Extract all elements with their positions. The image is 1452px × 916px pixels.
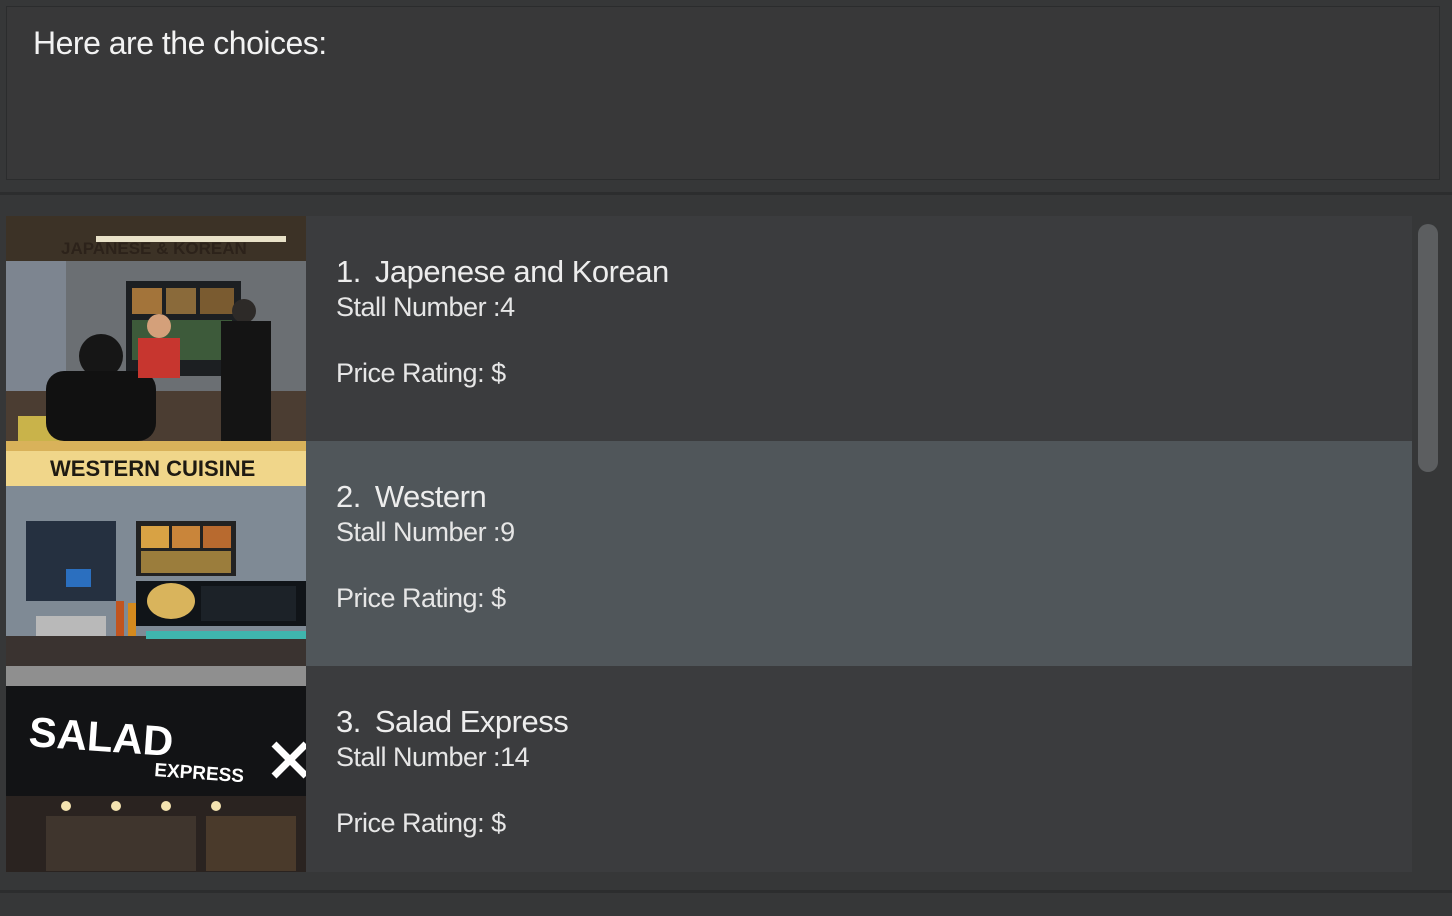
stall-photo: WESTERN CUISINE [6,441,306,666]
price-rating: Price Rating: $ [336,583,506,614]
stall-number: Stall Number :14 [336,742,530,773]
stall-card[interactable]: SALAD EXPRESS 3. Salad Express Stall Numb… [6,666,1412,872]
svg-text:JAPANESE & KOREAN: JAPANESE & KOREAN [61,239,247,258]
stall-number-label: Stall Number : [336,742,501,772]
stall-name-text: Western [374,479,487,514]
stall-name: 1. Japenese and Korean [336,254,669,290]
list-scrollbar-thumb[interactable] [1418,224,1438,472]
stall-photo: SALAD EXPRESS [6,666,306,872]
stall-number: Stall Number :9 [336,517,515,548]
price-rating-label: Price Rating: [336,808,492,838]
price-rating: Price Rating: $ [336,808,506,839]
stall-name: 2. Western [336,479,487,515]
stall-number-value: 9 [500,517,515,547]
svg-text:SALAD: SALAD [27,708,175,765]
price-rating-label: Price Rating: [336,583,492,613]
stall-number-value: 4 [500,292,515,322]
stall-index: 1. [336,254,361,289]
stall-number-label: Stall Number : [336,292,501,322]
stall-index: 3. [336,704,361,739]
stall-photo: JAPANESE & KOREAN [6,216,306,441]
price-rating-label: Price Rating: [336,358,492,388]
panel-divider [0,192,1452,195]
stall-index: 2. [336,479,361,514]
stall-number-label: Stall Number : [336,517,501,547]
stall-card-selected[interactable]: WESTERN CUISINE 2. Western Stall Number :… [6,441,1412,666]
price-rating-value: $ [491,583,506,613]
stall-name: 3. Salad Express [336,704,569,740]
price-rating-value: $ [491,358,506,388]
stall-number-value: 14 [500,742,530,772]
stall-list[interactable]: JAPANESE & KOREAN 1. Japenese and Korean … [6,216,1412,872]
price-rating: Price Rating: $ [336,358,506,389]
stall-name-text: Salad Express [374,704,569,739]
stall-card[interactable]: JAPANESE & KOREAN 1. Japenese and Korean … [6,216,1412,441]
stall-number: Stall Number :4 [336,292,515,323]
stall-name-text: Japenese and Korean [374,254,669,289]
bottom-divider [0,890,1452,893]
svg-text:WESTERN CUISINE: WESTERN CUISINE [50,456,255,481]
result-display: Here are the choices: [6,6,1440,180]
price-rating-value: $ [491,808,506,838]
result-message: Here are the choices: [33,25,327,61]
